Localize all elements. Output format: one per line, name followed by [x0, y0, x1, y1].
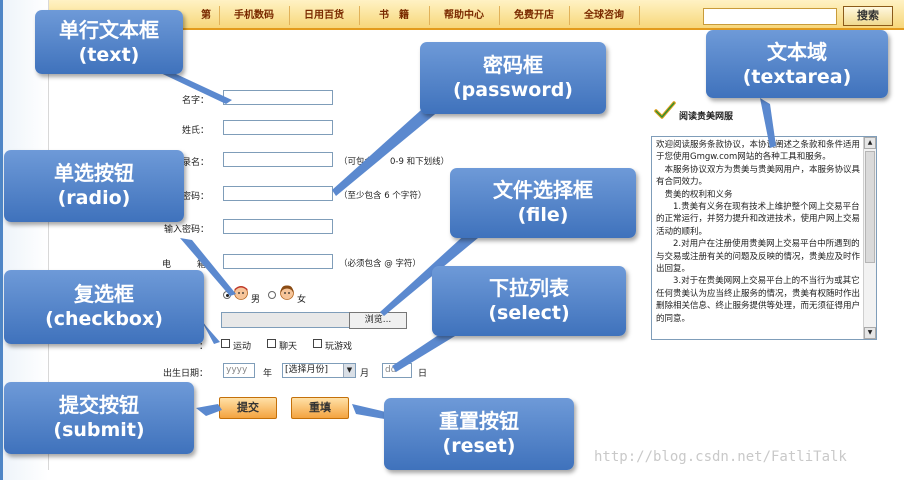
month-unit: 月 [360, 369, 370, 379]
gender-female-radio[interactable] [268, 291, 276, 299]
search-button[interactable]: 搜索 [843, 6, 893, 26]
callout-reset-zh: 重置按钮 [439, 409, 519, 433]
search-input[interactable] [703, 8, 837, 25]
callout-file-zh: 文件选择框 [493, 178, 593, 202]
day-unit: 日 [418, 369, 428, 379]
callout-checkbox-zh: 复选框 [74, 282, 134, 306]
gender-male-label: 男 [251, 295, 261, 305]
callout-reset-en: (reset) [442, 435, 516, 457]
callout-radio-en: (radio) [57, 187, 131, 209]
terms-text: 欢迎阅读服务条款协议，本协议阐述之条款和条件适用于您使用Gmgw.com网站的各… [656, 140, 861, 324]
female-avatar-icon [280, 285, 294, 300]
hobby-chat-label: 聊天 [279, 342, 298, 352]
callout-password: 密码框 (password) [420, 42, 606, 114]
callout-select-en: (select) [488, 302, 570, 324]
nav-item-help[interactable]: 帮助中心 [433, 7, 495, 24]
confirm-password-input[interactable] [223, 219, 333, 234]
callout-submit-zh: 提交按钮 [59, 393, 139, 417]
reset-button[interactable]: 重填 [291, 397, 349, 419]
gender-female-label: 女 [297, 295, 307, 305]
submit-button[interactable]: 提交 [219, 397, 277, 419]
callout-select: 下拉列表 (select) [432, 266, 626, 336]
password-input[interactable] [223, 186, 333, 201]
callout-textarea: 文本域 (textarea) [706, 30, 888, 98]
callout-file: 文件选择框 (file) [450, 168, 636, 238]
nav-item-books[interactable]: 书 籍 [363, 7, 425, 24]
callout-submit-en: (submit) [53, 419, 145, 441]
chevron-down-icon[interactable]: ▼ [343, 364, 355, 377]
callout-checkbox-en: (checkbox) [45, 308, 163, 330]
name-input[interactable] [223, 90, 333, 105]
callout-textarea-en: (textarea) [742, 66, 852, 88]
birth-date-label: 出生日期： [163, 369, 209, 379]
email-label-end: 箱： [197, 260, 216, 270]
watermark: http://blog.csdn.net/FatliTalk [594, 449, 847, 465]
checkmark-book-icon [654, 101, 676, 119]
year-unit: 年 [263, 369, 273, 379]
username-hint: （可包含 0-9 和下划线） [339, 157, 450, 167]
scrollbar-thumb[interactable] [865, 151, 875, 263]
nav-item-open-store[interactable]: 免费开店 [503, 7, 565, 24]
callout-password-en: (password) [453, 79, 573, 101]
name-label: 名字： [181, 96, 209, 106]
hobby-sport-label: 运动 [233, 342, 252, 352]
callout-select-zh: 下拉列表 [489, 276, 569, 300]
terms-scrollbar[interactable]: ▲ ▼ [863, 137, 876, 339]
callout-password-zh: 密码框 [483, 53, 543, 77]
nav-item-partial[interactable]: 第 [199, 7, 213, 24]
username-input[interactable] [223, 152, 333, 167]
callout-text: 单行文本框 (text) [35, 10, 183, 74]
birth-year-input[interactable]: yyyy [223, 363, 255, 378]
nav-item-global-consult[interactable]: 全球咨询 [573, 7, 635, 24]
nav-item-digital[interactable]: 手机数码 [223, 7, 285, 24]
callout-radio-zh: 单选按钮 [54, 161, 134, 185]
callout-text-en: (text) [78, 44, 140, 66]
email-hint: （必须包含 @ 字符） [339, 259, 421, 269]
terms-textarea[interactable]: 欢迎阅读服务条款协议，本协议阐述之条款和条件适用于您使用Gmgw.com网站的各… [651, 136, 877, 340]
birth-month-select[interactable]: [选择月份] ▼ [282, 363, 356, 378]
callout-checkbox: 复选框 (checkbox) [4, 270, 204, 344]
callout-file-en: (file) [517, 204, 569, 226]
hobby-chat-checkbox[interactable] [267, 339, 276, 348]
scroll-up-icon[interactable]: ▲ [864, 137, 876, 149]
callout-textarea-zh: 文本域 [767, 40, 827, 64]
browse-button[interactable]: 浏览... [349, 312, 407, 329]
email-label-start: 电 [162, 260, 172, 270]
confirm-password-label: 输入密码： [163, 225, 209, 235]
surname-input[interactable] [223, 120, 333, 135]
scroll-down-icon[interactable]: ▼ [864, 327, 876, 339]
password-hint: （至少包含 6 个字符） [339, 191, 427, 201]
hobby-game-checkbox[interactable] [313, 339, 322, 348]
callout-submit: 提交按钮 (submit) [4, 382, 194, 454]
callout-text-zh: 单行文本框 [59, 18, 159, 42]
hobby-game-label: 玩游戏 [325, 342, 353, 352]
male-avatar-icon [234, 286, 248, 300]
nav-item-daily-goods[interactable]: 日用百货 [293, 7, 355, 24]
birth-month-select-value: [选择月份] [285, 365, 329, 375]
surname-label: 姓氏： [181, 126, 209, 136]
gender-male-radio[interactable] [223, 291, 231, 299]
hobby-sport-checkbox[interactable] [221, 339, 230, 348]
terms-title: 阅读贵美网服 [679, 112, 734, 122]
callout-radio: 单选按钮 (radio) [4, 150, 184, 222]
callout-reset: 重置按钮 (reset) [384, 398, 574, 470]
email-input[interactable] [223, 254, 333, 269]
birth-day-input[interactable]: dd [382, 363, 412, 378]
